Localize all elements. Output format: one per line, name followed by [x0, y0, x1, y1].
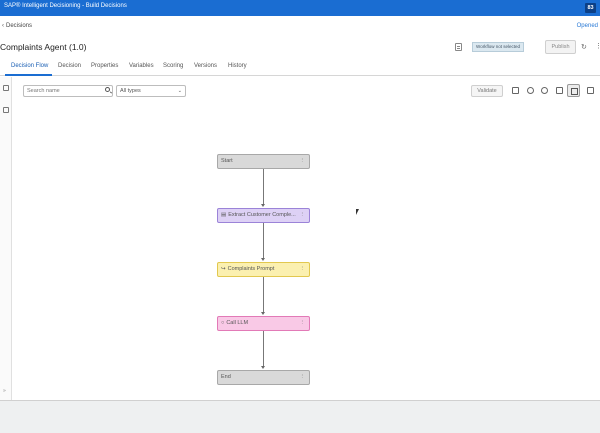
node-menu-icon[interactable]: ⋮	[300, 371, 306, 384]
document-icon[interactable]	[455, 43, 462, 51]
flow-connector	[263, 331, 264, 367]
collapse-rail-icon[interactable]: »	[3, 388, 6, 394]
mouse-pointer-icon	[356, 209, 359, 215]
llm-call-icon: ○	[221, 320, 225, 326]
workflow-status-badge: Workflow not selected	[472, 42, 524, 52]
layout-view-icon[interactable]	[567, 84, 580, 97]
node-menu-icon[interactable]: ⋮	[300, 317, 306, 330]
publish-button[interactable]: Publish	[545, 40, 576, 54]
node-label: Start	[221, 158, 233, 164]
app-header-bar: SAP® Intelligent Decisioning - Build Dec…	[0, 0, 600, 16]
fit-to-screen-icon[interactable]	[556, 87, 563, 94]
tab-versions[interactable]: Versions	[194, 63, 217, 69]
flow-arrow-icon	[261, 366, 265, 369]
flow-connector	[263, 277, 264, 313]
type-filter-select[interactable]: All types ⌄	[116, 85, 186, 97]
tab-scoring[interactable]: Scoring	[163, 63, 183, 69]
chevron-left-icon: ‹	[2, 23, 4, 29]
node-menu-icon[interactable]: ⋮	[300, 209, 306, 222]
code-file-icon: ▤	[221, 212, 227, 218]
node-palette-icon[interactable]	[3, 85, 9, 91]
tab-decision[interactable]: Decision	[58, 63, 81, 69]
prompt-branch-icon: ↪	[221, 266, 226, 272]
more-options-icon[interactable]: ⋮	[595, 42, 600, 50]
validate-button[interactable]: Validate	[471, 85, 503, 97]
node-menu-icon[interactable]: ⋮	[300, 263, 306, 276]
flow-connector	[263, 223, 264, 259]
flow-arrow-icon	[261, 204, 265, 207]
breadcrumb-label: Decisions	[6, 23, 33, 29]
expand-view-icon[interactable]	[587, 87, 594, 94]
flow-arrow-icon	[261, 312, 265, 315]
page-title: Complaints Agent (1.0)	[0, 42, 87, 52]
search-input[interactable]	[23, 85, 113, 97]
refresh-icon[interactable]: ↻	[581, 43, 587, 51]
footer-bar	[0, 400, 600, 433]
properties-panel-icon[interactable]	[3, 107, 9, 113]
chevron-down-icon: ⌄	[177, 88, 182, 94]
opened-link[interactable]: Opened	[577, 23, 598, 29]
flow-node-end[interactable]: End ⋮	[217, 370, 310, 385]
flow-node-start[interactable]: Start ⋮	[217, 154, 310, 169]
left-tool-rail: »	[0, 77, 12, 400]
zoom-out-icon[interactable]	[527, 87, 534, 94]
copy-icon[interactable]	[512, 87, 519, 94]
type-filter-value: All types	[120, 88, 141, 94]
breadcrumb-back-link[interactable]: ‹ Decisions	[2, 23, 32, 29]
flow-connector	[263, 169, 264, 205]
flow-node-complaints-prompt[interactable]: ↪ Complaints Prompt ⋮	[217, 262, 310, 277]
app-title: SAP® Intelligent Decisioning - Build Dec…	[4, 3, 127, 9]
node-label: Extract Customer Comple...	[228, 212, 296, 218]
tab-decision-flow[interactable]: Decision Flow	[11, 63, 48, 69]
user-avatar-badge[interactable]: 83	[585, 3, 596, 13]
node-label: Complaints Prompt	[227, 266, 275, 272]
node-menu-icon[interactable]: ⋮	[300, 155, 306, 168]
zoom-in-icon[interactable]	[541, 87, 548, 94]
tab-variables[interactable]: Variables	[129, 63, 154, 69]
tab-bar: Decision Flow Decision Properties Variab…	[0, 60, 600, 76]
node-label: Call LLM	[226, 320, 249, 326]
active-tab-indicator	[5, 74, 52, 76]
tab-history[interactable]: History	[228, 63, 247, 69]
flow-arrow-icon	[261, 258, 265, 261]
flow-node-extract-customer-complaint[interactable]: ▤ Extract Customer Comple... ⋮	[217, 208, 310, 223]
flow-node-call-llm[interactable]: ○ Call LLM ⋮	[217, 316, 310, 331]
search-icon[interactable]	[105, 87, 110, 92]
tab-properties[interactable]: Properties	[91, 63, 118, 69]
node-label: End	[221, 374, 231, 380]
